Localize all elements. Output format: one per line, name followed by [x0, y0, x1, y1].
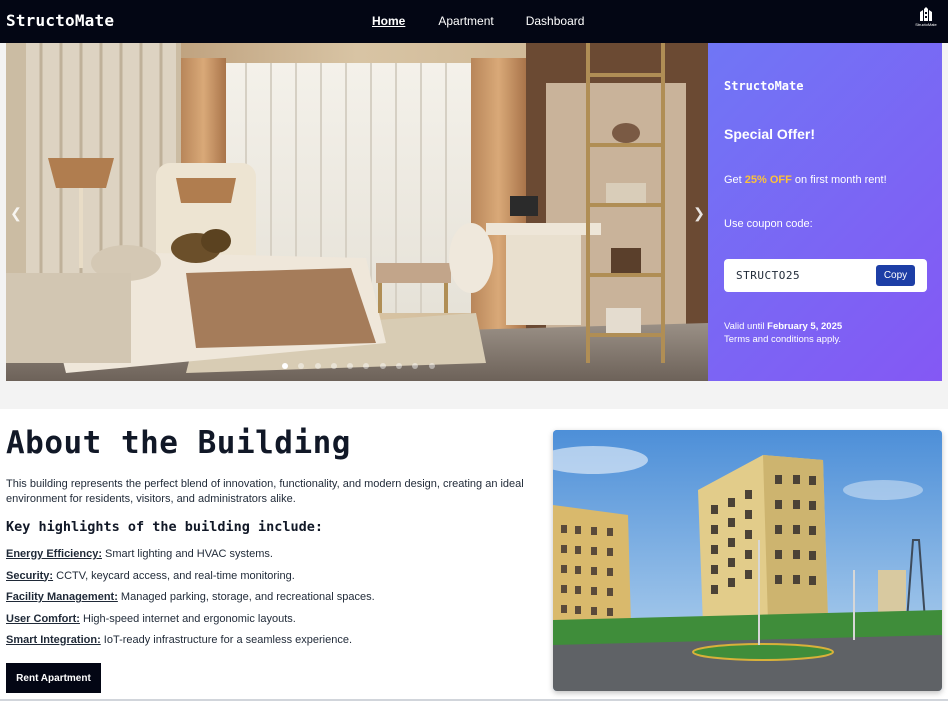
- offer-terms: Terms and conditions apply.: [724, 334, 842, 345]
- logo-mark-icon: [920, 7, 932, 21]
- hero-section: ❮ ❯ StructoMate Special Offer! Get 25% O…: [6, 43, 942, 381]
- brand-name[interactable]: StructoMate: [6, 11, 114, 30]
- carousel-dot[interactable]: [428, 363, 435, 369]
- list-item: User Comfort: High-speed internet and er…: [6, 609, 375, 631]
- building-logo-icon[interactable]: StructoMate: [912, 7, 940, 35]
- highlight-key: Smart Integration:: [6, 634, 101, 646]
- about-title: About the Building: [6, 425, 351, 461]
- highlight-key: User Comfort:: [6, 612, 80, 625]
- highlight-key: Facility Management:: [6, 591, 118, 603]
- rent-apartment-button[interactable]: Rent Apartment: [6, 663, 101, 693]
- highlight-key: Security:: [6, 569, 54, 582]
- highlights-heading: Key highlights of the building include:: [6, 519, 323, 535]
- coupon-code[interactable]: STRUCTO25: [736, 269, 800, 282]
- nav-link-dashboard[interactable]: Dashboard: [526, 14, 585, 28]
- nav-link-apartment[interactable]: Apartment: [438, 14, 493, 28]
- special-offer-panel: StructoMate Special Offer! Get 25% OFF o…: [708, 43, 942, 381]
- nav-links: Home Apartment Dashboard: [372, 14, 584, 28]
- offer-title: Special Offer!: [724, 126, 816, 142]
- valid-prefix: Valid until: [724, 321, 768, 332]
- carousel-dot[interactable]: [330, 363, 337, 369]
- coupon-label: Use coupon code:: [724, 218, 813, 230]
- list-item: Energy Efficiency: Smart lighting and HV…: [6, 544, 375, 566]
- carousel-dot[interactable]: [347, 363, 354, 369]
- image-carousel[interactable]: ❮ ❯: [6, 43, 708, 381]
- carousel-dot[interactable]: [314, 363, 321, 369]
- about-section: About the Building This building represe…: [0, 409, 948, 701]
- offer-discount-text: Get 25% OFF on first month rent!: [724, 174, 887, 186]
- coupon-box: STRUCTO25 Copy: [724, 259, 927, 292]
- copy-button[interactable]: Copy: [876, 265, 915, 286]
- logo-text: StructoMate: [915, 22, 937, 27]
- highlight-text: CCTV, keycard access, and real-time moni…: [53, 569, 295, 582]
- discount-prefix: Get: [724, 174, 745, 186]
- valid-date: February 5, 2025: [767, 321, 843, 332]
- chevron-left-icon[interactable]: ❮: [9, 203, 23, 223]
- list-item: Security: CCTV, keycard access, and real…: [6, 566, 375, 588]
- highlight-text: High-speed internet and ergonomic layout…: [79, 612, 296, 625]
- building-illustration: [553, 430, 942, 691]
- carousel-dot[interactable]: [282, 363, 288, 369]
- carousel-dot[interactable]: [396, 363, 403, 369]
- chevron-right-icon[interactable]: ❯: [692, 203, 706, 223]
- carousel-dot[interactable]: [363, 363, 370, 369]
- carousel-dot[interactable]: [298, 363, 305, 369]
- carousel-indicators: [282, 363, 445, 369]
- offer-valid-until: Valid until February 5, 2025: [724, 321, 842, 332]
- about-description: This building represents the perfect ble…: [6, 478, 524, 505]
- highlight-text: IoT-ready infrastructure for a seamless …: [100, 634, 353, 646]
- highlight-text: Smart lighting and HVAC systems.: [101, 548, 273, 560]
- highlight-key: Energy Efficiency:: [6, 548, 102, 560]
- highlights-list: Energy Efficiency: Smart lighting and HV…: [6, 544, 375, 652]
- offer-brand: StructoMate: [724, 79, 804, 93]
- bedroom-photo: [6, 43, 708, 381]
- apartment-building-photo: [553, 430, 942, 691]
- carousel-dot[interactable]: [379, 363, 386, 369]
- list-item: Facility Management: Managed parking, st…: [6, 587, 375, 609]
- highlight-text: Managed parking, storage, and recreation…: [117, 591, 375, 603]
- carousel-dot[interactable]: [412, 363, 419, 369]
- navbar: StructoMate Home Apartment Dashboard Str…: [0, 0, 948, 43]
- discount-suffix: on first month rent!: [791, 174, 887, 186]
- nav-link-home[interactable]: Home: [372, 14, 405, 28]
- discount-highlight: 25% OFF: [744, 174, 792, 186]
- list-item: Smart Integration: IoT-ready infrastruct…: [6, 630, 375, 652]
